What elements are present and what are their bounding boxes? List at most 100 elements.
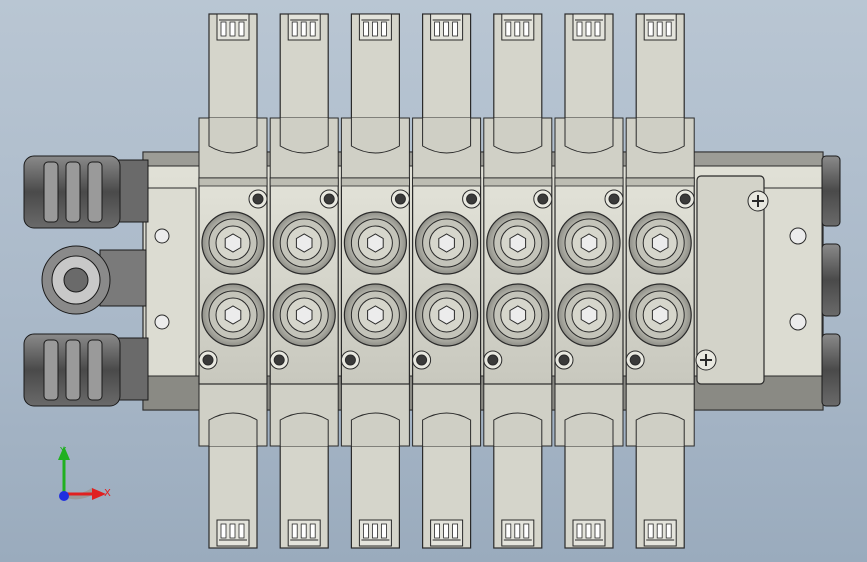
connector-slot	[309, 21, 316, 37]
cad-viewport[interactable]: Y X	[0, 0, 867, 562]
hex-socket-icon	[367, 305, 384, 325]
hex-socket-icon	[224, 305, 242, 325]
connector-slot	[665, 21, 672, 37]
connector-slot	[505, 21, 512, 37]
hex-socket-icon	[509, 305, 527, 325]
valve-stations	[198, 13, 695, 549]
valve-station	[340, 13, 410, 549]
hex-socket-icon	[651, 233, 669, 253]
connector-slot	[514, 21, 521, 37]
valve-body-edge	[625, 177, 695, 187]
bolt-hole	[344, 354, 356, 366]
valve-body-edge	[269, 177, 339, 187]
connector-slot	[380, 523, 387, 539]
solenoid-bottom-taper	[564, 412, 614, 446]
connector-slot	[452, 523, 459, 539]
connector-slot	[594, 21, 601, 37]
hex-socket-icon	[367, 233, 384, 253]
connector-slot	[505, 523, 512, 539]
axis-triad: Y X	[58, 446, 111, 501]
z-axis-dot-icon	[59, 491, 69, 501]
connector-slot	[585, 523, 592, 539]
bolt-hole	[273, 354, 285, 366]
connector-slot	[300, 21, 307, 37]
left-fittings	[23, 155, 149, 407]
bolt-hole	[537, 193, 549, 205]
connector-slot	[434, 21, 441, 37]
hex-socket-icon	[295, 233, 313, 253]
x-axis-label: X	[104, 488, 111, 499]
connector-slot	[362, 21, 369, 37]
valve-manifold-model[interactable]	[0, 0, 867, 562]
connector-slot	[371, 523, 378, 539]
connector-slot	[656, 523, 663, 539]
bolt-hole	[608, 193, 620, 205]
connector-slot	[647, 21, 654, 37]
valve-station	[412, 13, 482, 549]
solenoid-top-taper	[279, 118, 329, 154]
connector-slot	[229, 21, 236, 37]
connector-slot	[238, 21, 245, 37]
y-axis-label: Y	[59, 446, 67, 457]
connector-slot	[523, 523, 530, 539]
bolt-hole	[558, 354, 570, 366]
valve-body-edge	[340, 177, 410, 187]
valve-body-edge	[483, 177, 553, 187]
screw-icon	[747, 190, 769, 212]
bolt-hole	[629, 354, 641, 366]
bolt-hole	[466, 193, 478, 205]
solenoid-top-taper	[493, 118, 543, 154]
bolt-hole	[679, 193, 691, 205]
connector-slot	[656, 21, 663, 37]
hex-socket-icon	[438, 305, 455, 325]
valve-station	[625, 13, 695, 549]
valve-body-edge	[198, 177, 268, 187]
solenoid-bottom-taper	[208, 412, 258, 446]
bolt-hole	[487, 354, 499, 366]
connector-slot	[291, 523, 298, 539]
screw-icon	[695, 349, 717, 371]
solenoid-top-taper	[422, 118, 472, 154]
solenoid-bottom-taper	[422, 412, 472, 446]
connector-slot	[229, 523, 236, 539]
connector-slot	[434, 523, 441, 539]
connector-slot	[585, 21, 592, 37]
hex-socket-icon	[224, 233, 242, 253]
connector-slot	[514, 523, 521, 539]
connector-slot	[576, 21, 583, 37]
right-fittings	[821, 155, 841, 407]
connector-slot	[647, 523, 654, 539]
connector-slot	[576, 523, 583, 539]
hex-socket-icon	[295, 305, 313, 325]
solenoid-bottom-taper	[350, 412, 400, 446]
connector-slot	[362, 523, 369, 539]
valve-station	[269, 13, 339, 549]
connector-slot	[291, 21, 298, 37]
hex-socket-icon	[509, 233, 527, 253]
bolt-hole	[252, 193, 264, 205]
connector-slot	[523, 21, 530, 37]
solenoid-bottom-taper	[635, 412, 685, 446]
bolt-hole	[323, 193, 335, 205]
solenoid-top-taper	[635, 118, 685, 154]
connector-slot	[443, 21, 450, 37]
valve-station	[198, 13, 268, 549]
valve-body-edge	[554, 177, 624, 187]
bolt-hole	[416, 354, 428, 366]
hex-socket-icon	[438, 233, 455, 253]
bolt-hole	[202, 354, 214, 366]
valve-station	[554, 13, 624, 549]
connector-slot	[309, 523, 316, 539]
connector-slot	[380, 21, 387, 37]
solenoid-bottom-taper	[493, 412, 543, 446]
connector-slot	[443, 523, 450, 539]
hex-socket-icon	[580, 233, 598, 253]
connector-slot	[452, 21, 459, 37]
bolt-hole	[394, 193, 406, 205]
connector-slot	[238, 523, 245, 539]
solenoid-top-taper	[208, 118, 258, 154]
hex-socket-icon	[651, 305, 669, 325]
solenoid-top-taper	[564, 118, 614, 154]
connector-slot	[220, 523, 227, 539]
connector-slot	[594, 523, 601, 539]
